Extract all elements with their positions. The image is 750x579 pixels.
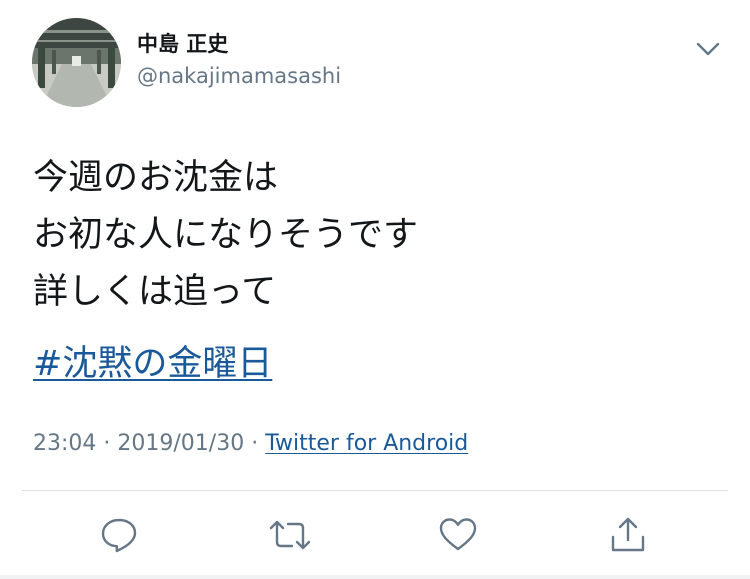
retweet-icon[interactable] — [268, 515, 312, 555]
meta-separator: · — [103, 431, 111, 456]
user-handle[interactable]: @nakajimamasashi — [137, 62, 341, 90]
tweet-meta: 23:04 · 2019/01/30 · Twitter for Android — [33, 428, 468, 460]
source-link[interactable]: Twitter for Android — [265, 431, 468, 456]
hashtag-link[interactable]: #沈黙の金曜日 — [33, 339, 272, 389]
share-icon[interactable] — [608, 515, 648, 555]
divider — [22, 490, 728, 491]
bottom-edge — [0, 575, 750, 579]
meta-separator: · — [251, 431, 259, 456]
tweet-time: 23:04 — [33, 431, 97, 456]
avatar[interactable] — [32, 18, 121, 107]
tweet-text-line: 詳しくは追って — [33, 272, 277, 312]
tweet-date: 2019/01/30 — [117, 431, 245, 456]
tweet-text: 今週のお沈金は お初な人になりそうです 詳しくは追って — [33, 150, 713, 321]
tweet-text-line: 今週のお沈金は — [33, 158, 279, 198]
chevron-down-icon[interactable] — [692, 36, 724, 62]
heart-icon[interactable] — [438, 515, 478, 555]
reply-icon[interactable] — [99, 515, 139, 555]
tweet-text-line: お初な人になりそうです — [33, 215, 419, 255]
display-name[interactable]: 中島 正史 — [137, 30, 228, 58]
